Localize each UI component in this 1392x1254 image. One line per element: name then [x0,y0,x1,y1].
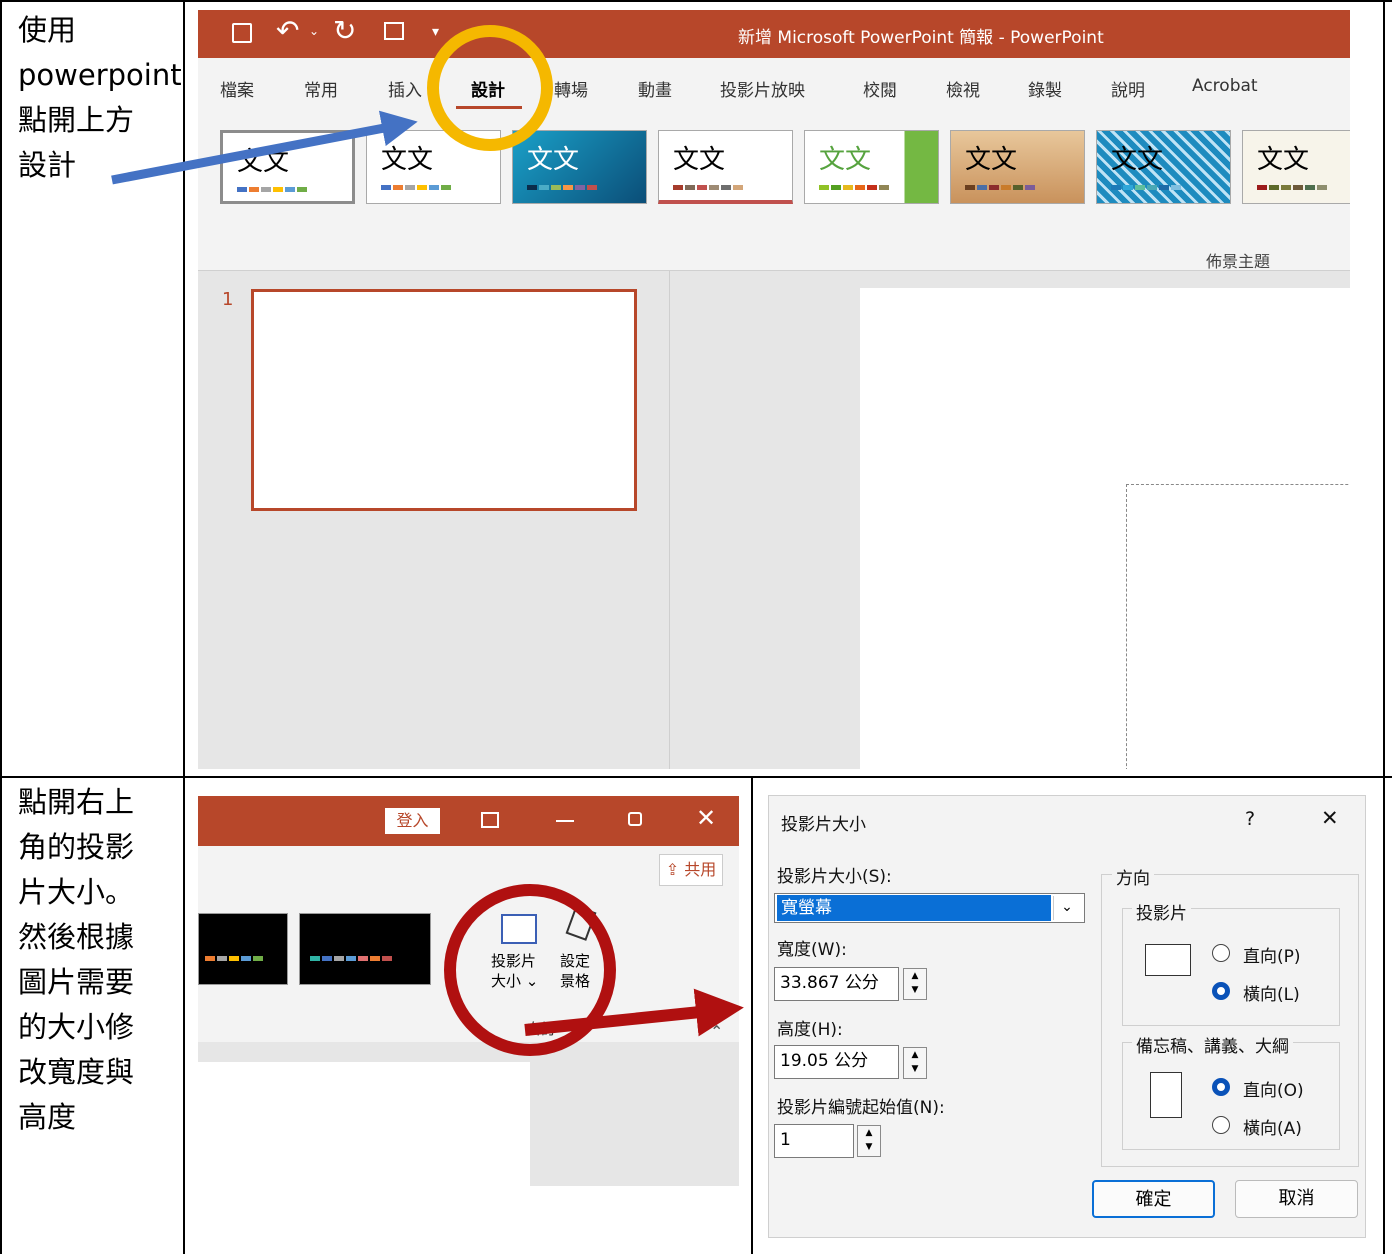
yellow-highlight-circle [427,25,553,151]
red-arrow [524,988,744,1037]
annotation-overlay [111,25,744,1056]
blue-arrow [111,110,418,185]
